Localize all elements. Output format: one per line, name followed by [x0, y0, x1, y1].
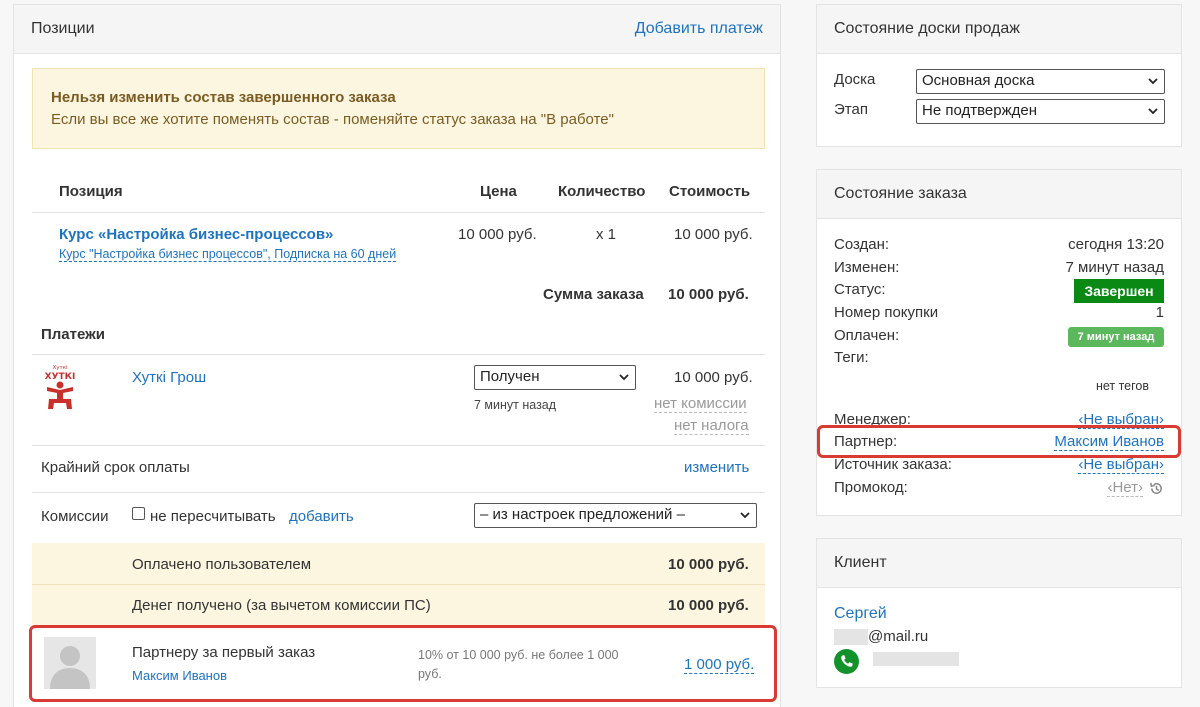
partner-highlight-box	[29, 625, 777, 702]
created-value: сегодня 13:20	[1068, 236, 1164, 253]
item-cost: 10 000 руб.	[674, 226, 753, 243]
divider	[32, 445, 765, 446]
partner-row-highlight	[817, 425, 1181, 458]
paid-by-user-value: 10 000 руб.	[668, 556, 749, 573]
source-select-link[interactable]: ‹Не выбран›	[1078, 456, 1164, 474]
order-state-panel: Состояние заказа Создан: сегодня 13:20 И…	[816, 169, 1182, 516]
payment-time: 7 минут назад	[474, 398, 557, 412]
board-select[interactable]: Основная доска	[916, 69, 1165, 94]
tags-label: Теги:	[834, 349, 869, 366]
received-label: Денег получено (за вычетом комиссии ПС)	[132, 597, 431, 614]
changed-value: 7 минут назад	[1065, 259, 1164, 276]
created-label: Создан:	[834, 236, 890, 253]
svg-text:Хуткі: Хуткі	[52, 365, 68, 371]
order-sum-label: Сумма заказа	[543, 286, 644, 303]
no-tax-link[interactable]: нет налога	[674, 417, 749, 435]
stage-select-value: Не подтвержден	[922, 102, 1037, 119]
col-quantity: Количество	[558, 183, 646, 200]
divider	[32, 212, 765, 213]
no-recalc-checkbox[interactable]	[132, 507, 145, 520]
sales-board-panel: Состояние доски продаж Доска Основная до…	[816, 4, 1182, 147]
purchase-no-value: 1	[1155, 304, 1164, 321]
payment-status-value: Получен	[480, 368, 540, 385]
status-badge: Завершен	[1074, 279, 1164, 303]
chevron-down-icon	[1148, 78, 1158, 85]
chevron-down-icon	[1148, 108, 1158, 115]
col-price: Цена	[480, 183, 517, 200]
warning-title: Нельзя изменить состав завершенного зака…	[51, 89, 396, 106]
deadline-label: Крайний срок оплаты	[41, 459, 190, 476]
col-cost: Стоимость	[669, 183, 751, 200]
paid-label: Оплачен:	[834, 327, 900, 344]
positions-header: Позиции Добавить платеж	[14, 5, 780, 54]
divider	[32, 354, 765, 355]
board-select-value: Основная доска	[922, 72, 1035, 89]
item-subtitle-link[interactable]: Курс "Настройка бизнес процессов", Подпи…	[59, 247, 397, 262]
positions-panel: Позиции Добавить платеж Нельзя изменить …	[13, 4, 781, 707]
client-name-link[interactable]: Сергей	[834, 605, 887, 623]
paid-by-user-label: Оплачено пользователем	[132, 556, 312, 573]
commissions-label: Комиссии	[41, 508, 109, 525]
client-title: Клиент	[834, 554, 887, 571]
payments-title: Платежи	[41, 326, 105, 343]
phone-icon[interactable]	[834, 649, 859, 674]
item-name-link[interactable]: Курс «Настройка бизнес-процессов»	[59, 226, 333, 243]
client-email: @mail.ru	[868, 628, 929, 645]
hutki-logo: Хуткі ХУТКІ	[39, 363, 81, 411]
warning-text: Если вы все же хотите поменять состав - …	[51, 111, 614, 128]
client-header: Клиент	[817, 539, 1181, 588]
purchase-no-label: Номер покупки	[834, 304, 939, 321]
positions-title: Позиции	[31, 20, 95, 37]
chevron-down-icon	[619, 374, 629, 381]
paid-badge: 7 минут назад	[1068, 327, 1164, 347]
stage-select[interactable]: Не подтвержден	[916, 99, 1165, 124]
phone-redacted	[873, 652, 959, 666]
email-redacted	[834, 629, 868, 645]
order-state-header: Состояние заказа	[817, 170, 1181, 219]
divider	[32, 492, 765, 493]
payment-amount: 10 000 руб.	[674, 369, 753, 386]
add-commission-link[interactable]: добавить	[289, 508, 354, 525]
payment-provider-link[interactable]: Хуткi Грош	[132, 369, 206, 386]
warning-box: Нельзя изменить состав завершенного зака…	[32, 68, 765, 149]
deadline-change-link[interactable]: изменить	[684, 459, 749, 476]
payment-status-select[interactable]: Получен	[474, 365, 636, 390]
status-label: Статус:	[834, 281, 886, 298]
stage-label: Этап	[834, 101, 868, 118]
sales-board-header: Состояние доски продаж	[817, 5, 1181, 54]
item-price: 10 000 руб.	[458, 226, 537, 243]
item-quantity: x 1	[596, 226, 617, 243]
source-label: Источник заказа:	[834, 456, 952, 473]
promo-link[interactable]: ‹Нет›	[1107, 479, 1143, 497]
no-recalc-label: не пересчитывать	[150, 508, 276, 525]
received-value: 10 000 руб.	[668, 597, 749, 614]
tags-value: нет тегов	[1095, 379, 1149, 393]
board-label: Доска	[834, 71, 876, 88]
history-icon[interactable]	[1149, 481, 1164, 496]
sales-board-title: Состояние доски продаж	[834, 20, 1020, 37]
no-commission-link[interactable]: нет комиссии	[654, 395, 747, 413]
commission-source-select[interactable]: – из настроек предложений –	[474, 503, 757, 528]
add-payment-link[interactable]: Добавить платеж	[635, 20, 763, 38]
commission-source-value: – из настроек предложений –	[480, 506, 685, 523]
client-panel: Клиент Сергей @mail.ru	[816, 538, 1182, 688]
order-state-title: Состояние заказа	[834, 185, 967, 202]
order-sum-value: 10 000 руб.	[668, 286, 749, 303]
divider	[32, 584, 765, 585]
promo-label: Промокод:	[834, 479, 908, 496]
svg-text:ХУТКІ: ХУТКІ	[45, 372, 76, 382]
changed-label: Изменен:	[834, 259, 900, 276]
chevron-down-icon	[740, 512, 750, 519]
col-position: Позиция	[59, 183, 123, 200]
